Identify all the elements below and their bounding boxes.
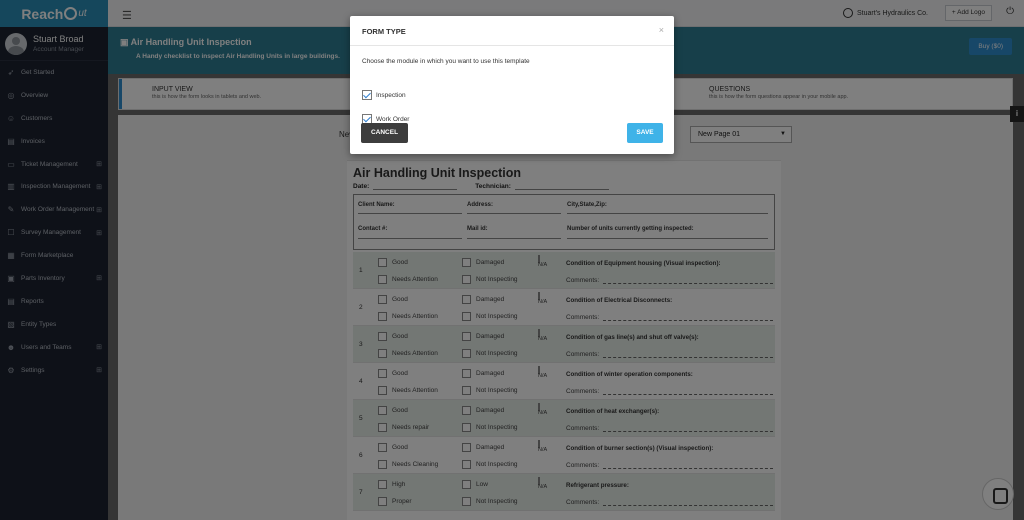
- modal-title: FORM TYPE: [362, 27, 406, 36]
- inspection-checkbox-row[interactable]: Inspection: [362, 90, 406, 100]
- modal-header: FORM TYPE ×: [350, 16, 674, 46]
- inspection-checkbox[interactable]: [362, 90, 372, 100]
- save-button[interactable]: SAVE: [627, 123, 663, 143]
- close-icon[interactable]: ×: [659, 25, 664, 35]
- work-order-label: Work Order: [376, 115, 410, 123]
- cancel-button[interactable]: CANCEL: [361, 123, 408, 143]
- inspection-label: Inspection: [376, 91, 406, 99]
- modal-prompt: Choose the module in which you want to u…: [362, 58, 530, 65]
- form-type-modal: FORM TYPE × Choose the module in which y…: [350, 16, 674, 154]
